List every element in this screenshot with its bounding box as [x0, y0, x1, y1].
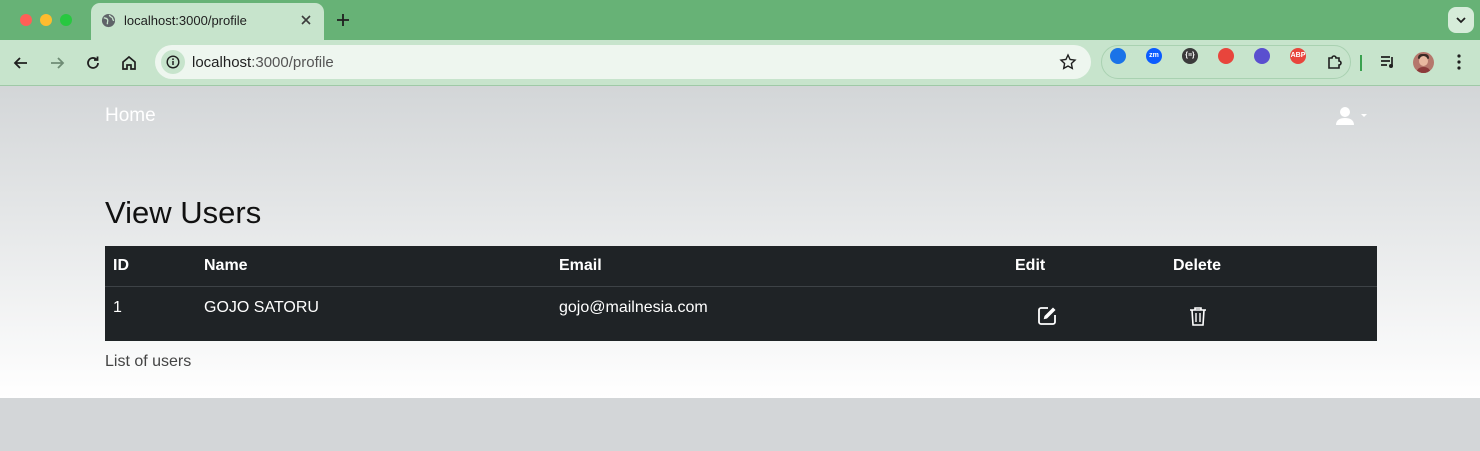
column-header-delete: Delete	[1153, 246, 1377, 287]
address-bar[interactable]: localhost:3000/profile	[155, 45, 1091, 79]
url-host: localhost	[192, 54, 252, 71]
delete-user-button[interactable]	[1187, 305, 1209, 327]
profile-avatar[interactable]	[1413, 52, 1434, 73]
page-content: Home View Users ID Name Email Edit Delet…	[0, 87, 1480, 398]
navbar-brand-home[interactable]: Home	[105, 105, 156, 127]
users-table: ID Name Email Edit Delete 1 GOJO SATORU …	[105, 246, 1377, 341]
caret-down-icon	[1361, 114, 1367, 117]
toolbar-divider	[1360, 55, 1362, 71]
column-header-name: Name	[196, 246, 551, 287]
new-tab-icon[interactable]	[334, 11, 352, 29]
edit-user-button[interactable]	[1036, 305, 1058, 327]
tab-search-button[interactable]	[1448, 7, 1474, 33]
edit-icon	[1038, 306, 1056, 325]
url-path: :3000/profile	[251, 54, 334, 71]
table-caption: List of users	[105, 353, 192, 370]
browser-toolbar: localhost:3000/profile zm {≡} ABP	[0, 40, 1480, 86]
tab-title: localhost:3000/profile	[124, 13, 247, 28]
cell-name: GOJO SATORU	[204, 298, 319, 316]
more-vertical-icon[interactable]	[1451, 53, 1467, 71]
home-icon[interactable]	[119, 53, 139, 73]
column-header-email: Email	[551, 246, 978, 287]
table-header-row: ID Name Email Edit Delete	[105, 246, 1377, 287]
s-extension-icon[interactable]	[1110, 48, 1126, 64]
cell-id: 1	[113, 298, 122, 316]
page-title: View Users	[105, 195, 262, 230]
zoom-extension-icon[interactable]: zm	[1146, 48, 1162, 64]
page-background-bottom	[0, 398, 1480, 451]
adblock-plus-extension-icon[interactable]: ABP	[1290, 48, 1306, 64]
color-picker-extension-icon[interactable]	[1218, 48, 1234, 64]
url-text[interactable]: localhost:3000/profile	[192, 54, 334, 71]
column-header-edit: Edit	[978, 246, 1153, 287]
column-header-id: ID	[105, 246, 196, 287]
json-extension-icon[interactable]: {≡}	[1182, 48, 1198, 64]
bookmark-star-icon[interactable]	[1059, 53, 1077, 71]
close-tab-icon[interactable]	[298, 12, 314, 28]
maximize-window-button[interactable]	[60, 14, 72, 26]
user-menu-dropdown[interactable]	[1335, 106, 1369, 128]
site-info-button[interactable]	[161, 50, 185, 74]
info-icon	[166, 55, 180, 69]
table-row: 1 GOJO SATORU gojo@mailnesia.com	[105, 286, 1377, 341]
user-icon	[1336, 107, 1367, 125]
reload-icon[interactable]	[83, 53, 103, 73]
trash-icon	[1190, 306, 1206, 326]
cell-delete	[1153, 286, 1377, 341]
cell-email: gojo@mailnesia.com	[559, 298, 708, 316]
close-window-button[interactable]	[20, 14, 32, 26]
globe-icon	[101, 13, 116, 28]
forward-arrow-icon[interactable]	[47, 53, 67, 73]
extensions-puzzle-icon[interactable]	[1325, 53, 1343, 71]
browser-tab[interactable]: localhost:3000/profile	[91, 3, 324, 40]
tab-strip: localhost:3000/profile	[0, 0, 1480, 40]
media-playlist-icon[interactable]	[1379, 53, 1397, 71]
cell-edit	[978, 286, 1153, 341]
chevron-down-icon	[1456, 17, 1466, 24]
back-arrow-icon[interactable]	[11, 53, 31, 73]
minimize-window-button[interactable]	[40, 14, 52, 26]
mascot-extension-icon[interactable]	[1254, 48, 1270, 64]
